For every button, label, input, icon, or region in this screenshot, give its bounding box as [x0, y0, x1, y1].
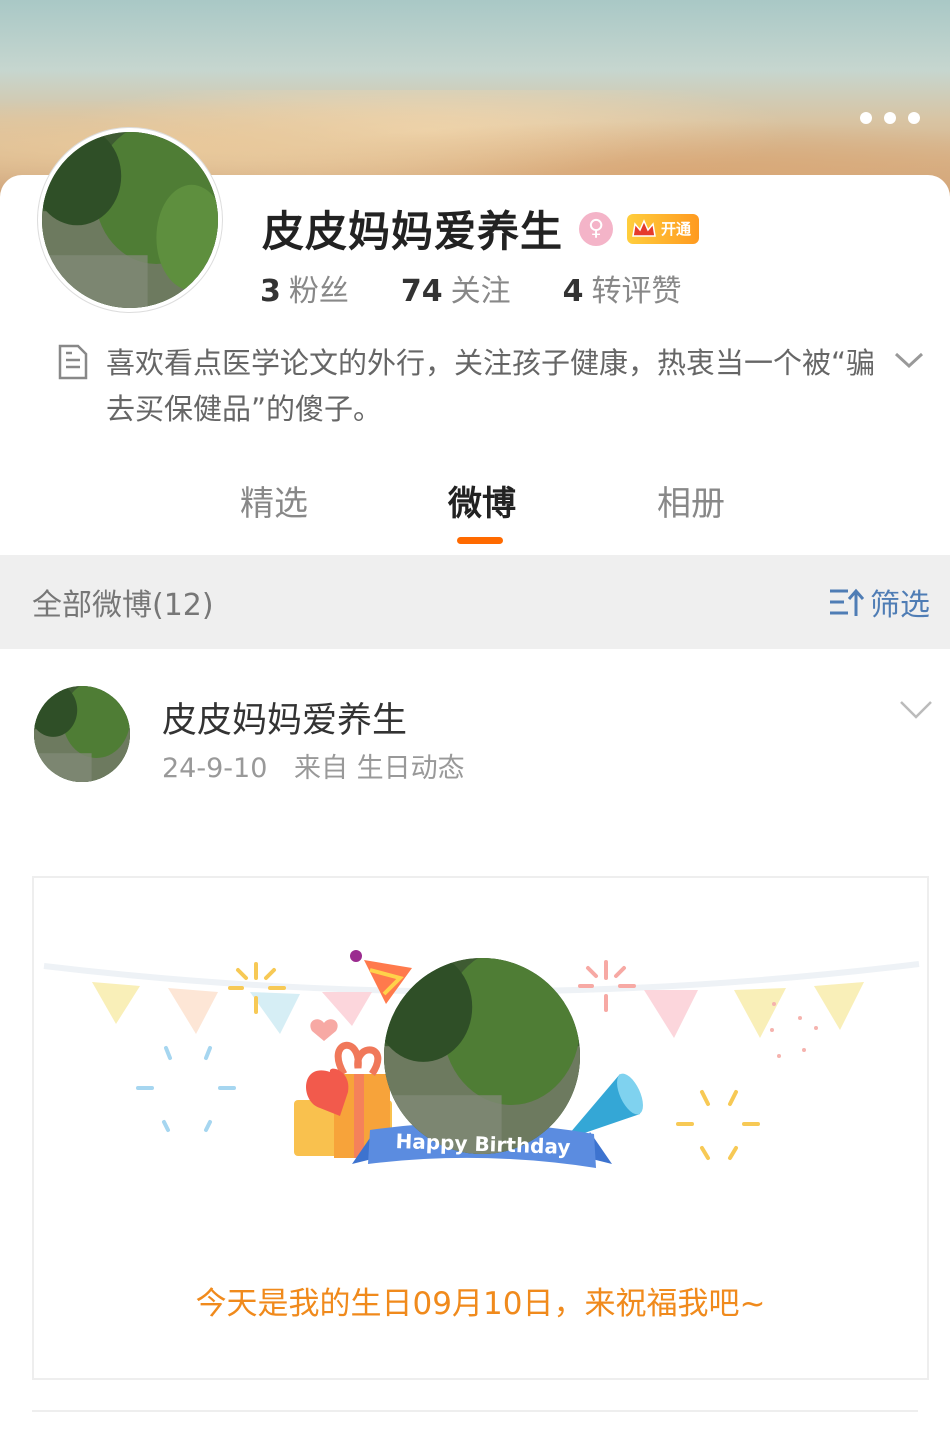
pennant	[734, 988, 786, 1038]
chevron-down-icon[interactable]	[892, 344, 926, 374]
confetti	[770, 1002, 818, 1058]
profile-avatar[interactable]	[38, 128, 222, 312]
profile-name: 皮皮妈妈爱养生	[262, 207, 564, 256]
filter-bar: 全部微博(12) 筛选	[0, 555, 950, 649]
document-icon	[58, 344, 88, 380]
tab-album[interactable]: 相册	[657, 476, 725, 525]
post-source[interactable]: 来自 生日动态	[294, 753, 465, 784]
all-posts-count: 全部微博(12)	[32, 588, 214, 623]
pennant	[168, 988, 218, 1034]
pennant	[92, 982, 140, 1024]
active-tab-indicator	[457, 537, 503, 544]
birthday-avatar	[384, 958, 580, 1154]
more-options-icon[interactable]	[860, 112, 920, 124]
profile-stats: 3 粉丝 74 关注 4 转评赞	[260, 266, 682, 310]
pennant	[644, 990, 698, 1038]
vip-badge[interactable]: 开通	[627, 213, 700, 244]
pennant	[814, 982, 864, 1030]
profile-tabs: 精选 微博 相册	[0, 476, 950, 556]
stat-interactions[interactable]: 4 转评赞	[563, 266, 682, 310]
birthday-message: 今天是我的生日09月10日，来祝福我吧~	[195, 1286, 766, 1322]
post-header: 皮皮妈妈爱养生 24-9-10 来自 生日动态	[0, 650, 950, 820]
filter-icon	[830, 588, 864, 616]
crown-icon	[632, 218, 656, 237]
post-author-avatar[interactable]	[34, 686, 130, 782]
vip-label: 开通	[661, 220, 692, 238]
filter-label: 筛选	[870, 588, 930, 623]
chevron-down-icon[interactable]	[898, 698, 934, 722]
birthday-card[interactable]: Happy Birthday 今天是我的生日09月10日，来祝福我吧~	[32, 876, 929, 1380]
tab-featured[interactable]: 精选	[240, 476, 308, 525]
filter-button[interactable]: 筛选	[828, 580, 930, 624]
post-meta: 24-9-10 来自 生日动态	[162, 746, 465, 785]
sparkle	[578, 960, 636, 1012]
post-date: 24-9-10	[162, 753, 268, 784]
stat-following[interactable]: 74 关注	[401, 266, 511, 310]
sparkle	[136, 1046, 236, 1132]
post-author-name[interactable]: 皮皮妈妈爱养生	[162, 692, 407, 743]
bio-text: 喜欢看点医学论文的外行，关注孩子健康，热衷当一个被“骗去买保健品”的傻子。	[106, 346, 876, 426]
female-icon: ♀	[579, 211, 614, 246]
profile-bio: 喜欢看点医学论文的外行，关注孩子健康，热衷当一个被“骗去买保健品”的傻子。	[56, 340, 926, 432]
heart-icon	[310, 1019, 338, 1041]
sparkle	[676, 1090, 760, 1160]
divider	[32, 1410, 918, 1412]
stat-fans[interactable]: 3 粉丝	[260, 266, 349, 310]
tab-weibo[interactable]: 微博	[448, 476, 516, 525]
